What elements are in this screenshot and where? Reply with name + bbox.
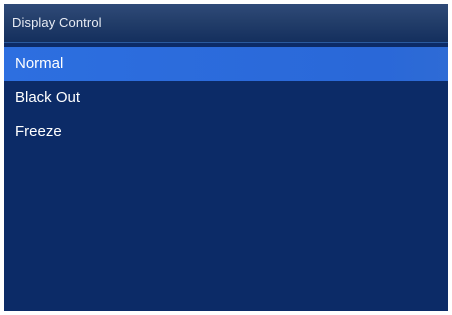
menu-item-black-out[interactable]: Black Out — [4, 81, 448, 115]
display-control-panel: Display Control Normal Black Out Freeze — [4, 4, 448, 311]
display-mode-menu: Normal Black Out Freeze — [4, 47, 448, 149]
menu-item-normal[interactable]: Normal — [4, 47, 448, 81]
title-bar: Display Control — [4, 4, 448, 43]
menu-item-freeze[interactable]: Freeze — [4, 115, 448, 149]
panel-title: Display Control — [12, 15, 102, 30]
